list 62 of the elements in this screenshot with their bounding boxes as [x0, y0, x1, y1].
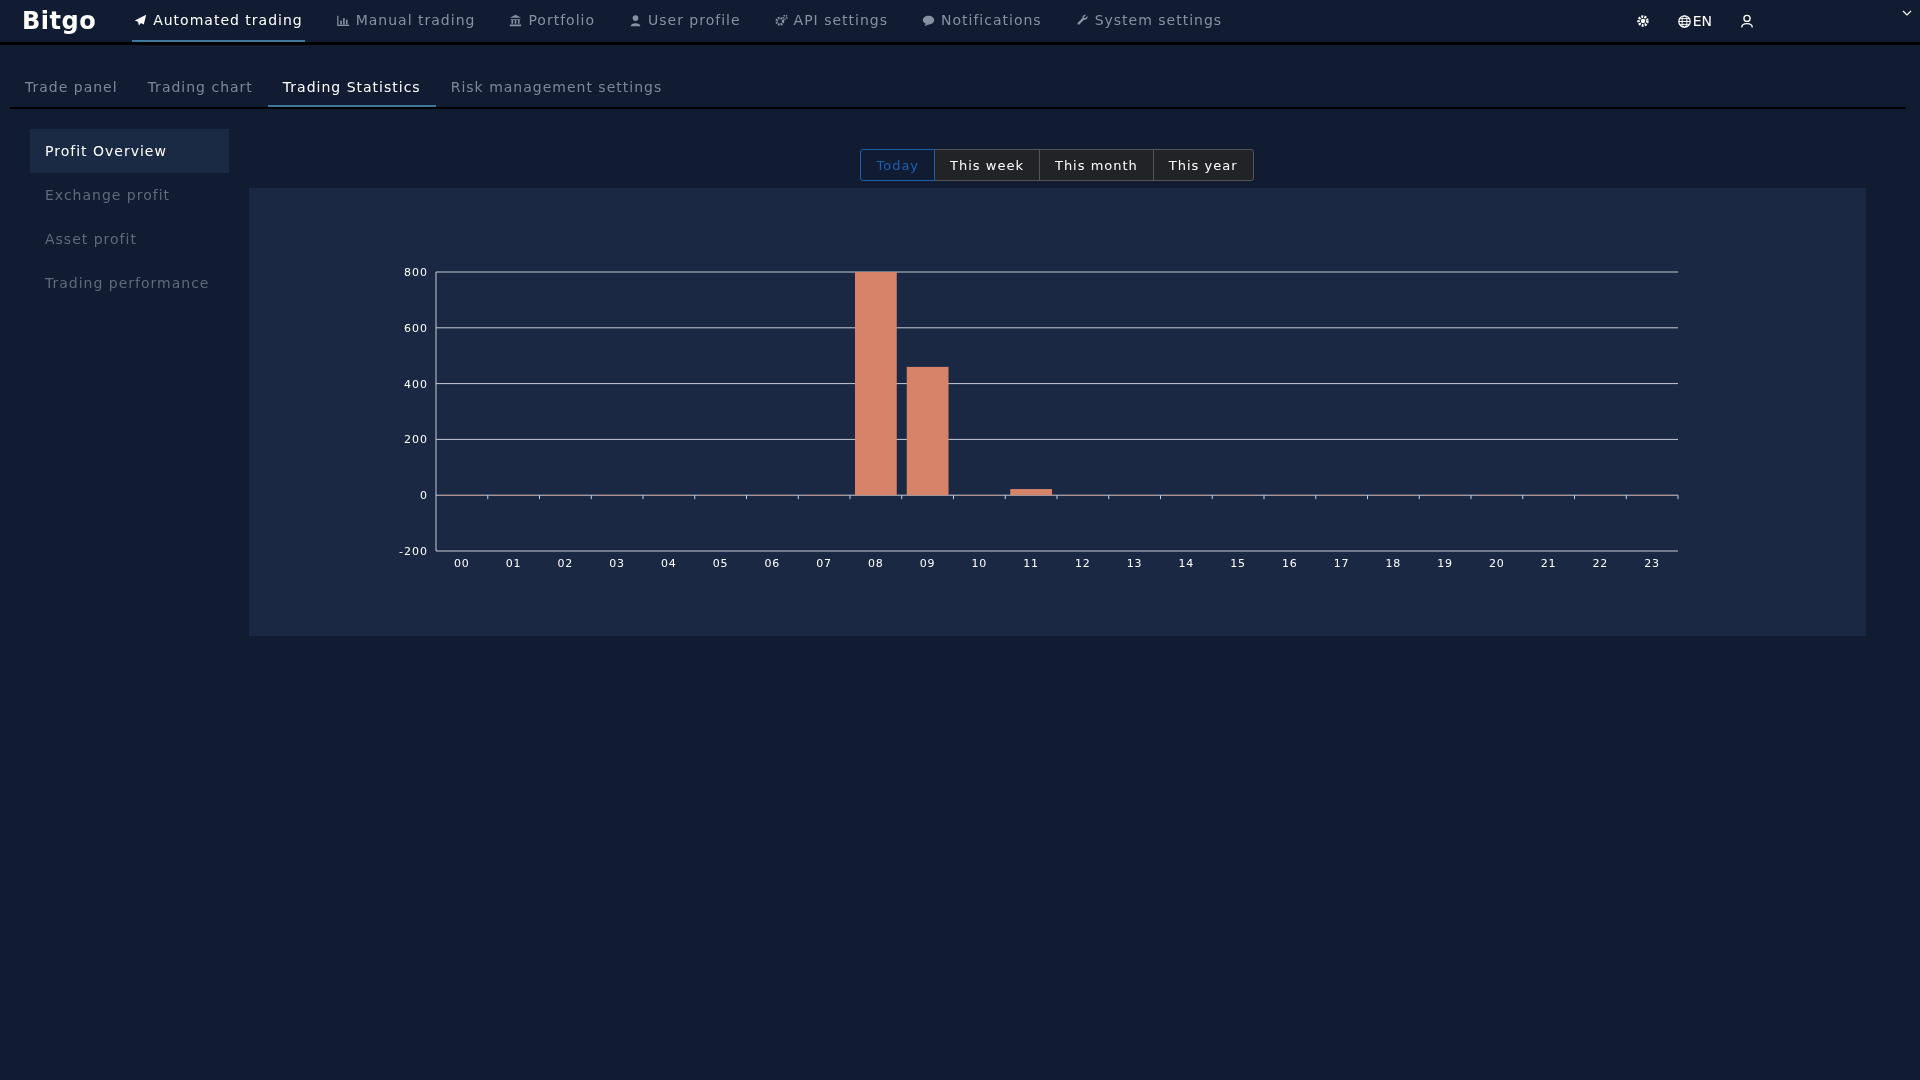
sidebar-item[interactable]: Asset profit	[30, 217, 229, 261]
y-tick-label: 400	[404, 377, 428, 391]
x-tick-label: 22	[1592, 557, 1609, 570]
y-tick-label: 0	[420, 489, 428, 503]
nav-tab[interactable]: Automated trading	[132, 0, 305, 42]
x-tick-label: 15	[1230, 557, 1247, 570]
wrench-icon	[1075, 13, 1089, 27]
globe-icon	[1677, 14, 1691, 28]
user-icon[interactable]	[1740, 14, 1754, 28]
bar-chart-icon	[336, 13, 350, 27]
x-tick-label: 14	[1178, 557, 1195, 570]
nav-tab[interactable]: API settings	[772, 0, 890, 42]
sidebar-item[interactable]: Profit Overview	[30, 129, 229, 173]
x-tick-label: 00	[453, 557, 470, 570]
sub-tab[interactable]: Trading chart	[132, 69, 268, 107]
x-tick-label: 10	[971, 557, 988, 570]
x-tick-label: 13	[1126, 557, 1143, 570]
x-tick-label: 11	[1023, 557, 1040, 570]
x-tick-label: 17	[1333, 557, 1350, 570]
sub-tab[interactable]: Trade panel	[10, 69, 133, 107]
x-tick-label: 03	[609, 557, 626, 570]
x-tick-label: 12	[1074, 557, 1091, 570]
x-tick-label: 01	[505, 557, 522, 570]
period-button[interactable]: This year	[1152, 149, 1254, 181]
nav-tab[interactable]: System settings	[1073, 0, 1225, 42]
x-tick-label: 23	[1644, 557, 1661, 570]
bar	[1010, 489, 1052, 496]
x-tick-label: 04	[660, 557, 677, 570]
x-tick-label: 18	[1385, 557, 1402, 570]
x-tick-label: 08	[867, 557, 884, 570]
sidebar-item[interactable]: Exchange profit	[30, 173, 229, 217]
x-tick-label: 20	[1488, 557, 1505, 570]
nav-tab[interactable]: User profile	[627, 0, 743, 42]
chevron-down-icon[interactable]	[1902, 10, 1912, 17]
x-tick-label: 05	[712, 557, 729, 570]
sub-tab[interactable]: Risk management settings	[435, 69, 678, 107]
gears-icon	[774, 13, 788, 27]
x-tick-label: 21	[1540, 557, 1557, 570]
period-button[interactable]: This month	[1038, 149, 1154, 181]
y-tick-label: 200	[404, 433, 428, 447]
person-icon	[629, 13, 642, 27]
bank-icon	[509, 13, 523, 27]
language-selector[interactable]: EN	[1677, 13, 1712, 29]
nav-tab[interactable]: Portfolio	[507, 0, 597, 42]
x-tick-label: 16	[1281, 557, 1298, 570]
nav-tab[interactable]: Notifications	[920, 0, 1044, 42]
paper-plane-icon	[134, 13, 148, 27]
x-tick-label: 06	[764, 557, 781, 570]
brand-logo: Bitgo	[21, 7, 98, 35]
settings-icon[interactable]	[1635, 14, 1650, 28]
y-tick-label: 600	[404, 321, 428, 335]
sub-tab[interactable]: Trading Statistics	[267, 69, 436, 107]
y-tick-label: 800	[404, 266, 428, 279]
sidebar-item[interactable]: Trading performance	[30, 261, 229, 305]
nav-tab[interactable]: Manual trading	[334, 0, 478, 42]
x-tick-label: 07	[816, 557, 833, 570]
x-tick-label: 09	[919, 557, 936, 570]
x-tick-label: 19	[1437, 557, 1454, 570]
x-tick-label: 02	[557, 557, 574, 570]
period-button[interactable]: This week	[934, 149, 1040, 181]
y-tick-label: -200	[399, 545, 428, 558]
speech-bubble-icon	[922, 13, 935, 27]
